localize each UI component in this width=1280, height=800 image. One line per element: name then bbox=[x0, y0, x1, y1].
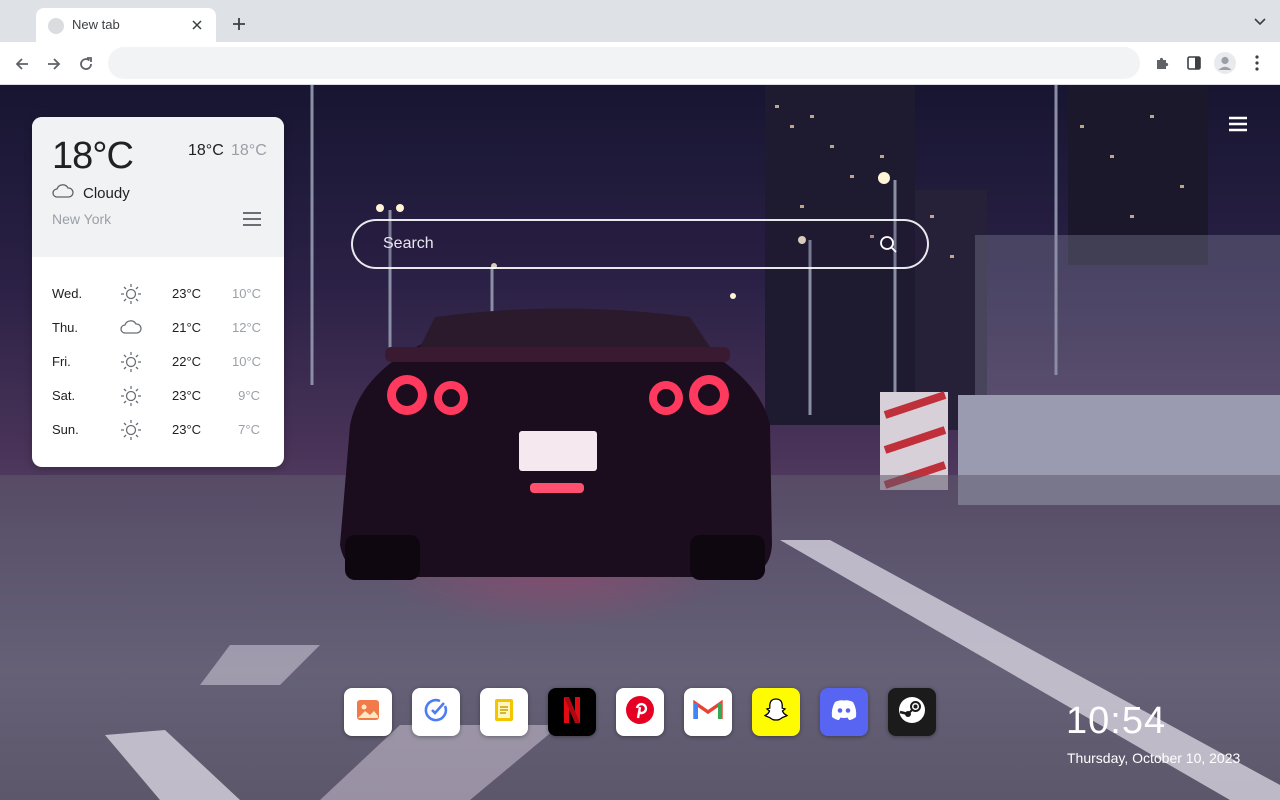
forecast-low: 10°C bbox=[232, 354, 262, 369]
side-panel-icon[interactable] bbox=[1183, 52, 1205, 74]
back-arrow-icon[interactable] bbox=[11, 53, 33, 75]
tab-new-tab[interactable]: New tab bbox=[36, 8, 216, 42]
forecast-low: 9°C bbox=[238, 388, 260, 403]
browser-toolbar bbox=[0, 42, 1280, 85]
forecast-high: 21°C bbox=[172, 320, 202, 335]
current-temperature: 18°C bbox=[52, 135, 134, 177]
forecast-row: Fri. 22°C 10°C bbox=[32, 345, 284, 379]
app-notes[interactable] bbox=[480, 688, 528, 736]
profile-avatar-icon[interactable] bbox=[1214, 52, 1236, 74]
address-bar[interactable] bbox=[108, 47, 1140, 79]
tab-favicon-icon bbox=[48, 18, 64, 34]
app-steam[interactable] bbox=[888, 688, 936, 736]
app-snapchat[interactable] bbox=[752, 688, 800, 736]
sun-icon bbox=[120, 385, 142, 410]
reload-icon[interactable] bbox=[75, 53, 97, 75]
forecast-high: 23°C bbox=[172, 286, 202, 301]
tab-strip: New tab bbox=[0, 0, 1280, 42]
app-tasks[interactable] bbox=[412, 688, 460, 736]
search-box bbox=[351, 219, 929, 269]
notes-icon bbox=[493, 697, 515, 728]
sun-icon bbox=[120, 283, 142, 308]
discord-icon bbox=[829, 698, 859, 727]
new-tab-plus-icon[interactable] bbox=[228, 13, 250, 35]
forecast-list: Wed. 23°C 10°C Thu. 21°C 12°C Fri. 22°C … bbox=[32, 277, 284, 447]
app-photos[interactable] bbox=[344, 688, 392, 736]
hamburger-menu-icon[interactable] bbox=[1228, 115, 1250, 135]
forecast-day: Sat. bbox=[52, 388, 76, 403]
netflix-icon bbox=[562, 695, 582, 730]
app-gmail[interactable] bbox=[684, 688, 732, 736]
search-icon[interactable] bbox=[879, 235, 899, 255]
check-circle-icon bbox=[423, 697, 449, 728]
weather-condition: Cloudy bbox=[83, 185, 130, 202]
forecast-day: Wed. bbox=[52, 286, 83, 301]
sun-icon bbox=[120, 351, 142, 376]
forecast-low: 12°C bbox=[232, 320, 262, 335]
forecast-high: 23°C bbox=[172, 422, 202, 437]
forecast-low: 10°C bbox=[232, 286, 262, 301]
new-tab-page: 18°C 18°C 18°C Cloudy New York Wed. 23°C… bbox=[0, 85, 1280, 800]
forecast-row: Sat. 23°C 9°C bbox=[32, 379, 284, 413]
forecast-high: 23°C bbox=[172, 388, 202, 403]
app-pinterest[interactable] bbox=[616, 688, 664, 736]
forecast-row: Thu. 21°C 12°C bbox=[32, 311, 284, 345]
sun-icon bbox=[120, 419, 142, 444]
cloud-icon bbox=[52, 183, 74, 204]
forecast-day: Fri. bbox=[52, 354, 71, 369]
tab-title: New tab bbox=[72, 17, 120, 32]
snapchat-icon bbox=[762, 696, 790, 729]
weather-menu-icon[interactable] bbox=[242, 211, 264, 229]
gmail-icon bbox=[693, 699, 723, 726]
extensions-puzzle-icon[interactable] bbox=[1151, 52, 1173, 74]
chevron-down-icon[interactable] bbox=[1252, 14, 1268, 30]
weather-city: New York bbox=[52, 211, 112, 227]
forecast-high: 22°C bbox=[172, 354, 202, 369]
forecast-day: Thu. bbox=[52, 320, 79, 335]
weather-current: 18°C 18°C 18°C Cloudy New York bbox=[32, 117, 284, 257]
app-discord[interactable] bbox=[820, 688, 868, 736]
more-vert-icon[interactable] bbox=[1246, 52, 1268, 74]
forward-arrow-icon[interactable] bbox=[43, 53, 65, 75]
search-input[interactable] bbox=[353, 221, 873, 267]
photos-icon bbox=[355, 698, 381, 727]
app-netflix[interactable] bbox=[548, 688, 596, 736]
app-shortcuts bbox=[344, 688, 944, 736]
forecast-row: Wed. 23°C 10°C bbox=[32, 277, 284, 311]
today-high: 18°C bbox=[188, 142, 224, 159]
forecast-low: 7°C bbox=[238, 422, 260, 437]
clock-time: 10:54 bbox=[1066, 700, 1167, 742]
cloud-icon bbox=[120, 317, 142, 342]
weather-widget[interactable]: 18°C 18°C 18°C Cloudy New York Wed. 23°C… bbox=[32, 117, 284, 467]
clock-date: Thursday, October 10, 2023 bbox=[1067, 750, 1241, 766]
steam-icon bbox=[897, 695, 927, 730]
pinterest-icon bbox=[625, 695, 655, 730]
forecast-row: Sun. 23°C 7°C bbox=[32, 413, 284, 447]
today-low: 18°C bbox=[231, 142, 267, 159]
close-icon[interactable] bbox=[188, 16, 206, 34]
forecast-day: Sun. bbox=[52, 422, 79, 437]
